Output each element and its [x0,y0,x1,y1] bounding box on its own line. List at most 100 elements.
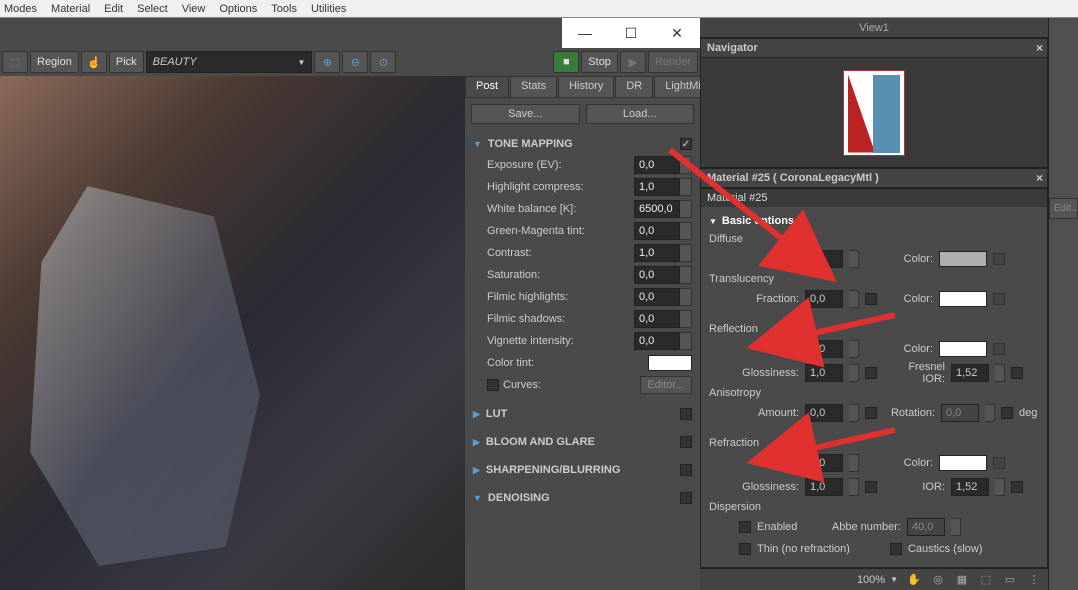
lut-toggle[interactable] [680,408,692,420]
material-name-field[interactable]: Material #25 [701,189,1047,207]
gm-input[interactable]: 0,0 [634,222,680,240]
refl-gloss-checkbox[interactable] [865,367,877,379]
vig-input[interactable]: 0,0 [634,332,680,350]
bloom-header[interactable]: ▶BLOOM AND GLARE [473,432,692,452]
sharp-header[interactable]: ▶SHARPENING/BLURRING [473,460,692,480]
view-header[interactable]: View1 [700,18,1048,38]
aniso-amount-spinner[interactable] [849,404,859,422]
refr-level-input[interactable]: 1,0 [805,454,843,472]
fresnel-checkbox[interactable] [1011,367,1023,379]
more-icon[interactable]: ⋮ [1026,572,1042,588]
tab-dr[interactable]: DR [615,76,653,97]
zoom-in-icon[interactable]: ⊕ [314,51,340,73]
trans-color-swatch[interactable] [939,291,987,307]
curves-editor-button[interactable]: Editor... [640,376,692,394]
zoom-fit-icon[interactable]: ⊙ [370,51,396,73]
contrast-input[interactable]: 1,0 [634,244,680,262]
gm-spinner[interactable] [680,222,692,240]
tab-stats[interactable]: Stats [510,76,557,97]
menu-material[interactable]: Material [51,3,90,15]
sat-input[interactable]: 0,0 [634,266,680,284]
dispersion-enabled-checkbox[interactable] [739,521,751,533]
refl-level-input[interactable]: 1,0 [805,340,843,358]
menu-utilities[interactable]: Utilities [311,3,346,15]
minimize-button[interactable]: — [562,18,608,48]
rotation-spinner[interactable] [985,404,995,422]
navigator-close-icon[interactable]: × [1036,41,1043,55]
refr-gloss-spinner[interactable] [849,478,859,496]
tone-mapping-toggle[interactable] [680,138,692,150]
render-viewport[interactable] [0,76,465,590]
refr-color-swatch[interactable] [939,455,987,471]
pick-button[interactable]: Pick [109,51,144,73]
refl-gloss-input[interactable]: 1,0 [805,364,843,382]
menu-view[interactable]: View [182,3,206,15]
tone-mapping-header[interactable]: ▼ TONE MAPPING [473,134,692,154]
load-button[interactable]: Load... [586,104,695,124]
wb-input[interactable]: 6500,0 [634,200,680,218]
save-button[interactable]: Save... [471,104,580,124]
caustics-checkbox[interactable] [890,543,902,555]
region-button[interactable]: Region [30,51,79,73]
refl-color-swatch[interactable] [939,341,987,357]
trans-map-checkbox[interactable] [865,293,877,305]
edit-button[interactable]: Edit... [1049,198,1078,219]
abbe-input[interactable]: 40,0 [907,518,945,536]
abbe-spinner[interactable] [951,518,961,536]
wb-spinner[interactable] [680,200,692,218]
maximize-button[interactable]: ☐ [608,18,654,48]
menu-select[interactable]: Select [137,3,168,15]
contrast-spinner[interactable] [680,244,692,262]
basic-options-header[interactable]: Basic options [709,211,1039,231]
target-icon[interactable]: ◎ [930,572,946,588]
refr-gloss-checkbox[interactable] [865,481,877,493]
sharp-toggle[interactable] [680,464,692,476]
highlight-spinner[interactable] [680,178,692,196]
exposure-spinner[interactable] [680,156,692,174]
refl-map-slot[interactable] [993,343,1005,355]
menu-edit[interactable]: Edit [104,3,123,15]
aniso-checkbox[interactable] [865,407,877,419]
diffuse-color-swatch[interactable] [939,251,987,267]
close-button[interactable]: ✕ [654,18,700,48]
refr-level-spinner[interactable] [849,454,859,472]
ior-input[interactable]: 1,52 [951,478,989,496]
zoom-out-icon[interactable]: ⊖ [342,51,368,73]
hand-icon[interactable]: ✋ [906,572,922,588]
trans-map-slot[interactable] [993,293,1005,305]
tab-history[interactable]: History [558,76,614,97]
refr-map-slot[interactable] [993,457,1005,469]
frame-icon[interactable]: ⬚ [978,572,994,588]
exposure-input[interactable]: 0,0 [634,156,680,174]
sat-spinner[interactable] [680,266,692,284]
diffuse-map-slot[interactable] [993,253,1005,265]
diffuse-level-input[interactable]: 0,0 [805,250,843,268]
fresnel-spinner[interactable] [995,364,1005,382]
play-icon[interactable]: ▶ [620,51,646,73]
fresnel-input[interactable]: 1,52 [951,364,989,382]
tab-lightmix[interactable]: LightMix [654,76,700,97]
tint-swatch[interactable] [648,355,692,371]
fs-input[interactable]: 0,0 [634,310,680,328]
tab-post[interactable]: Post [465,76,509,97]
ior-spinner[interactable] [995,478,1005,496]
denoise-header[interactable]: ▼DENOISING [473,488,692,508]
rotation-checkbox[interactable] [1001,407,1013,419]
refr-gloss-input[interactable]: 1,0 [805,478,843,496]
stop-icon[interactable]: ■ [553,51,579,73]
material-close-icon[interactable]: × [1036,171,1043,185]
zoom-control[interactable]: 100%▼ [857,574,898,586]
denoise-toggle[interactable] [680,492,692,504]
grid-icon[interactable]: ▦ [954,572,970,588]
thin-checkbox[interactable] [739,543,751,555]
pick-icon[interactable]: ☝ [81,51,107,73]
refl-level-spinner[interactable] [849,340,859,358]
fh-input[interactable]: 0,0 [634,288,680,306]
bloom-toggle[interactable] [680,436,692,448]
menu-options[interactable]: Options [219,3,257,15]
fs-spinner[interactable] [680,310,692,328]
highlight-input[interactable]: 1,0 [634,178,680,196]
menu-modes[interactable]: Modes [4,3,37,15]
ior-checkbox[interactable] [1011,481,1023,493]
rotation-input[interactable]: 0,0 [941,404,979,422]
